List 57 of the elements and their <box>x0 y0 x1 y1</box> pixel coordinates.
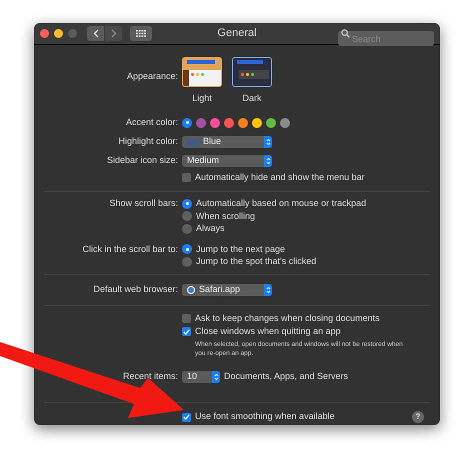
popup-button[interactable]: Safari.app <box>182 284 272 296</box>
stepper-field[interactable]: 10 <box>182 371 220 383</box>
accent-color-swatch[interactable] <box>224 118 234 128</box>
show-all-button[interactable] <box>130 26 152 41</box>
setting-label: Appearance: <box>126 70 178 81</box>
radio-label: Automatically based on mouse or trackpad <box>196 197 366 210</box>
close-button[interactable] <box>40 28 49 38</box>
accent-color-swatch[interactable] <box>182 118 192 128</box>
radio-label: Always <box>196 222 225 235</box>
back-icon <box>92 28 98 38</box>
setting-label: Recent items: <box>122 371 178 382</box>
checkbox[interactable] <box>182 314 191 323</box>
accent-color-swatch[interactable] <box>252 118 262 128</box>
stepper-icon[interactable] <box>214 373 218 381</box>
popup-button[interactable]: Blue <box>182 136 272 148</box>
accent-color-swatch[interactable] <box>266 118 276 128</box>
forward-icon <box>110 28 116 38</box>
minimize-button[interactable] <box>54 28 63 38</box>
back-button[interactable] <box>87 26 104 41</box>
grid-icon <box>136 30 146 37</box>
checkbox-label: Close windows when quitting an app <box>195 324 341 338</box>
checkbox-label: Use font smoothing when available <box>195 410 335 424</box>
option-label: Dark <box>242 92 262 106</box>
radio-button[interactable] <box>182 224 192 234</box>
help-button[interactable]: ? <box>412 411 424 423</box>
radio-label: Jump to the spot that's clicked <box>196 255 316 268</box>
radio-label: Jump to the next page <box>196 242 286 256</box>
up-down-chevron-icon <box>266 286 270 294</box>
checkbox[interactable] <box>182 327 191 336</box>
accent-color-swatch[interactable] <box>238 118 248 128</box>
appearance-thumbnail[interactable] <box>182 57 222 88</box>
accent-color-swatch[interactable] <box>196 118 206 128</box>
search-icon <box>341 28 350 38</box>
radio-button[interactable] <box>182 256 192 267</box>
accent-color-swatch[interactable] <box>210 118 220 128</box>
radio-button[interactable] <box>182 244 192 254</box>
setting-label: Default web browser: <box>93 284 178 294</box>
setting-label: Click in the scroll bar to: <box>82 244 178 254</box>
setting-label: Accent color: <box>126 116 178 127</box>
radio-label: When scrolling <box>196 210 256 223</box>
setting-label: Highlight color: <box>118 136 178 146</box>
accent-color-swatch[interactable] <box>280 118 290 128</box>
option-label: Light <box>192 92 212 106</box>
appearance-thumbnail[interactable] <box>232 57 272 88</box>
popup-button[interactable]: Medium <box>182 155 272 167</box>
checkbox[interactable] <box>182 173 191 182</box>
up-down-chevron-icon <box>266 157 270 165</box>
checkbox[interactable] <box>182 412 191 422</box>
checkbox-label: Automatically hide and show the menu bar <box>195 170 365 184</box>
radio-button[interactable] <box>182 198 192 209</box>
window-title: General <box>217 26 257 41</box>
setting-label: Show scroll bars: <box>109 198 178 208</box>
setting-label: Sidebar icon size: <box>106 155 178 166</box>
setting-label: Documents, Apps, and Servers <box>224 370 348 384</box>
checkbox-label: Ask to keep changes when closing documents <box>195 312 380 325</box>
up-down-chevron-icon <box>266 138 270 146</box>
radio-button[interactable] <box>182 211 192 222</box>
